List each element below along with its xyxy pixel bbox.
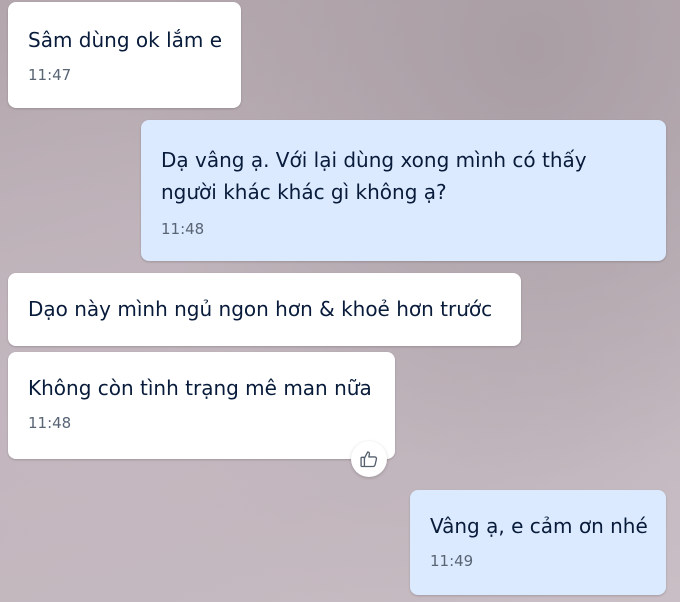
message-timestamp: 11:48	[28, 414, 72, 432]
message-timestamp: 11:47	[28, 66, 72, 84]
chat-thread: Sâm dùng ok lắm e 11:47 Dạ vâng ạ. Với l…	[0, 0, 680, 602]
message-bubble-outgoing[interactable]: Dạ vâng ạ. Với lại dùng xong mình có thấ…	[141, 120, 666, 261]
message-text: Dạ vâng ạ. Với lại dùng xong mình có thấ…	[161, 148, 587, 204]
message-bubble-incoming[interactable]: Không còn tình trạng mê man nữa 11:48	[8, 352, 395, 459]
message-bubble-incoming[interactable]: Sâm dùng ok lắm e 11:47	[8, 2, 241, 108]
message-bubble-outgoing[interactable]: Vâng ạ, e cảm ơn nhé 11:49	[410, 490, 666, 595]
thumbs-up-reaction[interactable]	[351, 441, 387, 477]
message-bubble-incoming[interactable]: Dạo này mình ngủ ngon hơn & khoẻ hơn trư…	[8, 273, 521, 346]
thumbs-up-icon	[360, 451, 378, 468]
message-text: Vâng ạ, e cảm ơn nhé	[430, 514, 648, 538]
message-timestamp: 11:48	[161, 220, 205, 238]
message-timestamp: 11:49	[430, 552, 474, 570]
message-text: Không còn tình trạng mê man nữa	[28, 376, 372, 400]
message-text: Dạo này mình ngủ ngon hơn & khoẻ hơn trư…	[28, 297, 493, 321]
message-text: Sâm dùng ok lắm e	[28, 28, 223, 52]
